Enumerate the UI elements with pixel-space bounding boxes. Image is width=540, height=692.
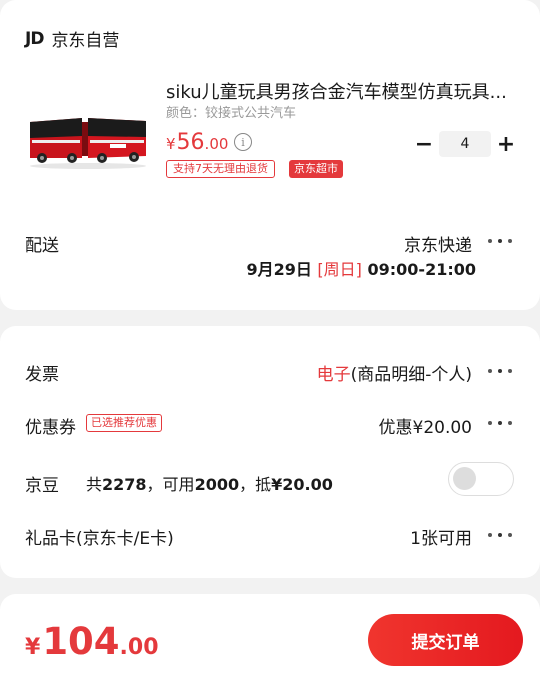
invoice-more-icon[interactable] xyxy=(488,367,514,375)
product-price: ¥ 56 .00 xyxy=(166,130,228,155)
invoice-label: 发票 xyxy=(25,365,59,385)
jingdou-total-prefix: 共 xyxy=(86,475,103,494)
delivery-date: 9月29日 xyxy=(246,260,312,279)
jingdou-label: 京豆 xyxy=(25,476,59,496)
delivery-label: 配送 xyxy=(25,236,59,256)
jingdou-summary: 共2278，可用2000，抵¥20.00 xyxy=(86,471,333,495)
order-item-card: JD 京东自营 siku儿童玩具男孩合金汽车模型仿真玩具... 颜色：铰接式公共… xyxy=(0,0,540,310)
store-name: 京东自营 xyxy=(51,31,120,51)
invoice-type: 电子 xyxy=(316,365,351,385)
coupon-more-icon[interactable] xyxy=(488,419,514,427)
coupon-selected-tag: 已选推荐优惠 xyxy=(86,414,162,432)
product-title[interactable]: siku儿童玩具男孩合金汽车模型仿真玩具... xyxy=(166,78,511,104)
submit-order-button[interactable]: 提交订单 xyxy=(368,614,523,666)
decrease-button[interactable]: − xyxy=(413,132,435,157)
jingdou-available-prefix: ，可用 xyxy=(146,475,195,494)
price-currency: ¥ xyxy=(166,135,176,153)
jingdou-deduct: ¥20.00 xyxy=(271,475,333,494)
giftcard-value[interactable]: 1张可用 xyxy=(410,524,472,549)
total-decimal: .00 xyxy=(119,635,159,660)
toggle-knob xyxy=(453,467,476,490)
quantity-stepper: − 4 + xyxy=(413,131,517,157)
coupon-value[interactable]: 优惠¥20.00 xyxy=(379,413,472,438)
jd-logo: JD xyxy=(25,28,44,49)
invoice-value[interactable]: 电子(商品明细-个人) xyxy=(317,360,472,385)
jingdou-deduct-prefix: ，抵 xyxy=(239,475,272,494)
jingdou-total: 2278 xyxy=(102,475,147,494)
invoice-detail: (商品明细-个人) xyxy=(350,365,472,385)
return-policy-tag: 支持7天无理由退货 xyxy=(166,160,275,178)
jingdou-toggle[interactable] xyxy=(448,462,514,496)
price-info-icon[interactable]: i xyxy=(234,133,252,151)
total-integer: 104 xyxy=(42,620,120,663)
price-decimal: .00 xyxy=(204,135,229,153)
giftcard-label: 礼品卡(京东卡/E卡) xyxy=(25,529,174,549)
quantity-input[interactable]: 4 xyxy=(439,131,491,157)
coupon-label: 优惠券 xyxy=(25,418,76,438)
total-currency: ¥ xyxy=(25,635,41,660)
channel-tag: 京东超市 xyxy=(289,160,343,178)
giftcard-more-icon[interactable] xyxy=(488,531,514,539)
delivery-more-icon[interactable] xyxy=(488,237,514,245)
price-integer: 56 xyxy=(176,130,205,155)
store-header[interactable]: JD 京东自营 xyxy=(25,26,120,52)
delivery-carrier[interactable]: 京东快递 xyxy=(404,231,472,256)
jingdou-available: 2000 xyxy=(194,475,240,494)
increase-button[interactable]: + xyxy=(495,132,517,157)
product-spec[interactable]: 颜色：铰接式公共汽车 xyxy=(166,102,296,121)
product-thumbnail[interactable] xyxy=(26,110,148,170)
order-total: ¥ 104 .00 xyxy=(25,620,159,663)
delivery-time[interactable]: 9月29日 [周日] 09:00-21:00 xyxy=(246,256,476,280)
delivery-time-window: 09:00-21:00 xyxy=(367,260,477,279)
delivery-weekday: [周日] xyxy=(317,260,362,279)
